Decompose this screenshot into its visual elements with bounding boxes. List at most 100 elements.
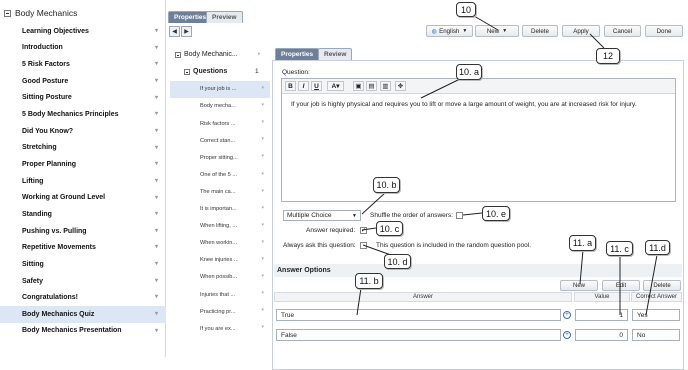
question-list-item[interactable]: Body mecha... ▾ — [170, 98, 270, 115]
chevron-icon[interactable]: ▾ — [261, 324, 264, 330]
underline-icon[interactable]: U — [311, 81, 322, 91]
bold-icon[interactable]: B — [285, 81, 296, 91]
nav-item[interactable]: 5 Body Mechanics Principles ▾ — [0, 106, 166, 123]
chevron-icon[interactable]: ▾ — [155, 160, 158, 167]
edit-answer-button[interactable]: Edit — [602, 280, 640, 291]
chevron-icon[interactable]: ▾ — [155, 327, 158, 334]
nav-item[interactable]: Standing ▾ — [0, 206, 166, 223]
nav-item[interactable]: Repetitive Movements ▾ — [0, 239, 166, 256]
fullscreen-icon[interactable]: ✥ — [395, 81, 406, 91]
chevron-icon[interactable]: ▾ — [261, 85, 264, 91]
nav-item[interactable]: Did You Know? ▾ — [0, 123, 166, 140]
nav-item[interactable]: Stretching ▾ — [0, 140, 166, 157]
correct-answer-field[interactable]: No — [632, 329, 680, 341]
always-ask-checkbox[interactable] — [360, 242, 367, 249]
chevron-icon[interactable]: ▾ — [155, 310, 158, 317]
tab-question-properties[interactable]: Properties — [275, 48, 320, 60]
nav-item[interactable]: Safety ▾ — [0, 273, 166, 290]
question-editor[interactable]: If your job is highly physical and requi… — [281, 78, 676, 202]
collapse-icon[interactable] — [175, 51, 181, 58]
chevron-icon[interactable]: ▾ — [261, 222, 264, 228]
question-list-item[interactable]: If you are ex... ▾ — [170, 320, 270, 337]
chevron-icon[interactable]: ▾ — [261, 119, 264, 125]
nav-item[interactable]: 5 Risk Factors ▾ — [0, 56, 166, 73]
answer-text-field[interactable]: False — [276, 329, 561, 341]
add-icon[interactable]: + — [563, 331, 571, 339]
nav-item[interactable]: Introduction ▾ — [0, 40, 166, 57]
delete-button[interactable]: Delete — [522, 25, 558, 37]
collapse-icon[interactable] — [184, 68, 190, 75]
answer-value-field[interactable]: 1 — [575, 309, 628, 321]
tab-preview[interactable]: Preview — [206, 11, 243, 23]
chevron-icon[interactable]: ▾ — [155, 194, 158, 201]
correct-answer-field[interactable]: Yes — [632, 309, 680, 321]
chevron-icon[interactable]: ▾ — [261, 273, 264, 279]
nav-item[interactable]: Lifting ▾ — [0, 173, 166, 190]
answer-text-field[interactable]: True — [276, 309, 561, 321]
chevron-icon[interactable]: ▾ — [261, 188, 264, 194]
shuffle-checkbox[interactable] — [456, 212, 463, 219]
question-list-item[interactable]: Correct stan... ▾ — [170, 132, 270, 149]
nav-item[interactable]: Working at Ground Level ▾ — [0, 190, 166, 207]
question-list-item[interactable]: When workin... ▾ — [170, 235, 270, 252]
delete-answer-button[interactable]: Delete — [643, 280, 681, 291]
apply-button[interactable]: Apply — [562, 25, 600, 37]
chevron-icon[interactable]: ▾ — [155, 110, 158, 117]
answer-value-field[interactable]: 0 — [575, 329, 628, 341]
media-icon[interactable]: ▤ — [366, 81, 377, 91]
question-list-item[interactable]: When lifting, ... ▾ — [170, 218, 270, 235]
nav-item[interactable]: Congratulations! ▾ — [0, 289, 166, 306]
nav-item[interactable]: Sitting ▾ — [0, 256, 166, 273]
chevron-icon[interactable]: ▾ — [155, 293, 158, 300]
nav-item[interactable]: Good Posture ▾ — [0, 73, 166, 90]
chevron-icon[interactable]: ▾ — [155, 27, 158, 34]
image-icon[interactable]: ▣ — [353, 81, 364, 91]
nav-item[interactable]: Learning Objectives ▾ — [0, 23, 166, 40]
nav-item[interactable]: Body Mechanics Quiz ▾ — [0, 306, 166, 323]
chevron-icon[interactable]: ▾ — [261, 171, 264, 177]
forward-arrow-icon[interactable]: ▶ — [181, 26, 192, 37]
chevron-icon[interactable]: ▾ — [261, 136, 264, 142]
question-list-item[interactable]: If your job is ... ▾ — [170, 81, 270, 98]
chevron-icon[interactable]: ▾ — [261, 102, 264, 108]
back-arrow-icon[interactable]: ◀ — [169, 26, 180, 37]
link-icon[interactable]: ▥ — [380, 81, 391, 91]
chevron-icon[interactable]: ▾ — [155, 127, 158, 134]
question-list-item[interactable]: The main ca... ▾ — [170, 184, 270, 201]
chevron-icon[interactable]: ▾ — [155, 44, 158, 51]
question-list-item[interactable]: Proper sitting... ▾ — [170, 149, 270, 166]
chevron-icon[interactable]: ▾ — [261, 307, 264, 313]
question-list-item[interactable]: When possib... ▾ — [170, 269, 270, 286]
chevron-icon[interactable]: ▾ — [155, 260, 158, 267]
chevron-icon[interactable]: ▾ — [155, 210, 158, 217]
question-list-item[interactable]: Injuries that ... ▾ — [170, 286, 270, 303]
font-color-icon[interactable]: A▾ — [327, 81, 344, 91]
question-list-item[interactable]: It is importan... ▾ — [170, 201, 270, 218]
course-title-row[interactable]: Body Mechanics — [0, 5, 166, 21]
chevron-icon[interactable]: ▾ — [155, 227, 158, 234]
nav-item[interactable]: Sitting Posture ▾ — [0, 90, 166, 107]
question-list-item[interactable]: Practicing pr... ▾ — [170, 303, 270, 320]
chevron-icon[interactable]: ▾ — [155, 77, 158, 84]
italic-icon[interactable]: I — [298, 81, 309, 91]
chevron-icon[interactable]: ▾ — [261, 239, 264, 245]
cancel-button[interactable]: Cancel — [604, 25, 641, 37]
add-icon[interactable]: + — [563, 311, 571, 319]
new-button[interactable]: New ▼ — [475, 25, 519, 37]
questions-node[interactable]: Questions — [184, 68, 227, 75]
question-type-select[interactable]: Multiple Choice ▼ — [283, 210, 361, 221]
chevron-icon[interactable]: ▾ — [155, 177, 158, 184]
question-list-item[interactable]: One of the 5 ... ▾ — [170, 167, 270, 184]
language-select[interactable]: ◍ English ▼ — [426, 25, 473, 37]
nav-item[interactable]: Proper Planning ▾ — [0, 156, 166, 173]
new-answer-button[interactable]: New — [560, 280, 598, 291]
chevron-icon[interactable]: ▾ — [261, 290, 264, 296]
done-button[interactable]: Done — [645, 25, 683, 37]
question-list-item[interactable]: Knee injuries ... ▾ — [170, 252, 270, 269]
answer-required-checkbox[interactable]: ✓ — [360, 227, 367, 234]
chevron-icon[interactable]: ▾ — [155, 243, 158, 250]
chevron-icon[interactable]: ▾ — [155, 94, 158, 101]
nav-item[interactable]: Pushing vs. Pulling ▾ — [0, 223, 166, 240]
question-list-item[interactable]: Risk factors ... ▾ — [170, 115, 270, 132]
chevron-icon[interactable]: ▾ — [155, 277, 158, 284]
